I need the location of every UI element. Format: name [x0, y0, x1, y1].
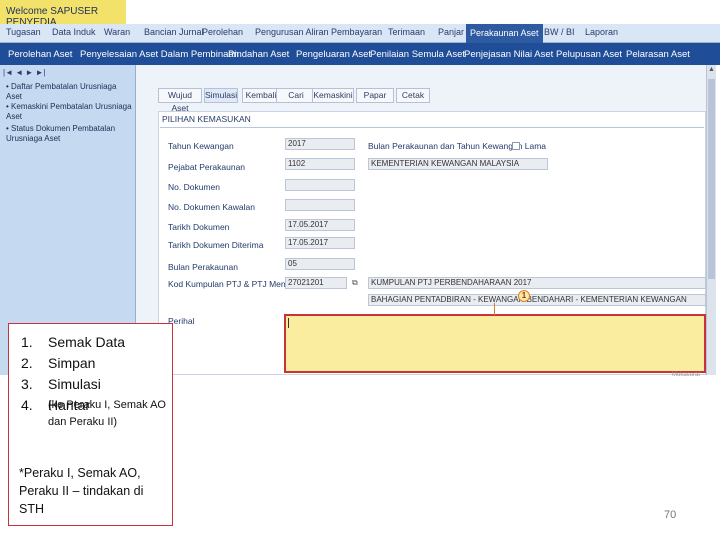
- label-pejabat-perakaunan: Pejabat Perakaunan: [168, 162, 246, 172]
- pejabat-description: KEMENTERIAN KEWANGAN MALAYSIA: [368, 158, 548, 170]
- sidebar-nav-controls[interactable]: |◄ ◄ ► ►|: [3, 68, 46, 77]
- menu-bw-bi[interactable]: BW / BI: [544, 27, 575, 37]
- item-number: 2.: [21, 355, 33, 371]
- input-no-dokumen[interactable]: [285, 179, 355, 191]
- watermark: Mukasurat: [672, 372, 701, 378]
- sidebar-item-label: Status Dokumen Pembatalan Urusniaga Aset: [6, 124, 116, 143]
- text-cursor: [288, 318, 289, 328]
- item-text: Simulasi: [48, 376, 101, 392]
- menu-perolehan[interactable]: Perolehan: [202, 27, 243, 37]
- input-bulan-perakaunan[interactable]: 05: [285, 258, 355, 270]
- sidebar-item-label: Kemaskini Pembatalan Urusniaga Aset: [6, 102, 132, 121]
- submenu-penjejasan-nilai[interactable]: Penjejasan Nilai Aset: [464, 49, 553, 60]
- input-tarikh-diterima[interactable]: 17.05.2017: [285, 237, 355, 249]
- item-text: Semak Data: [48, 334, 126, 350]
- item-number: 3.: [21, 376, 33, 392]
- panel-divider: [160, 127, 704, 128]
- tab-kembali[interactable]: Kembali: [242, 88, 280, 103]
- item-4-note: (ke Peraku I, Semak AO dan Peraku II): [48, 399, 166, 428]
- lookup-icon[interactable]: ⧉: [352, 278, 358, 288]
- footnote: *Peraku I, Semak AO, Peraku II – tindaka…: [19, 466, 144, 516]
- tab-papar[interactable]: Papar: [356, 88, 394, 103]
- submenu-pelarasan-aset[interactable]: Pelarasan Aset: [626, 49, 690, 60]
- tab-simulasi[interactable]: Simulasi: [204, 88, 238, 103]
- menu-perakaunan-aset[interactable]: Perakaunan Aset: [466, 24, 543, 43]
- step-marker: 1: [518, 290, 530, 302]
- item-number: 4.: [21, 397, 33, 413]
- menu-bancian-jurnal[interactable]: Bancian Jurnal: [144, 27, 204, 37]
- list-item: 1. Semak Data: [21, 332, 125, 353]
- label-tarikh-diterima: Tarikh Dokumen Diterima: [168, 240, 264, 250]
- sidebar-item-label: Daftar Pembatalan Urusniaga Aset: [6, 82, 117, 101]
- submenu-pengeluaran-aset[interactable]: Pengeluaran Aset: [296, 49, 371, 60]
- input-tahun-kewangan[interactable]: 2017: [285, 138, 355, 150]
- label-bulan-perakaunan: Bulan Perakaunan: [168, 262, 238, 272]
- checkbox-bulan-tahun-lama[interactable]: [512, 142, 520, 150]
- submenu-pelupusan-aset[interactable]: Pelupusan Aset: [556, 49, 622, 60]
- sidebar-item-daftar[interactable]: • Daftar Pembatalan Urusniaga Aset: [6, 82, 134, 102]
- item-text: Simpan: [48, 355, 96, 371]
- list-item: 2. Simpan: [21, 353, 125, 374]
- menu-laporan[interactable]: Laporan: [585, 27, 618, 37]
- menu-panjar[interactable]: Panjar: [438, 27, 464, 37]
- tab-wujud-aset[interactable]: Wujud Aset: [158, 88, 202, 113]
- sidebar-item-kemaskini[interactable]: • Kemaskini Pembatalan Urusniaga Aset: [6, 102, 134, 122]
- sub-menu: Perolehan Aset Penyelesaian Aset Dalam P…: [0, 43, 720, 65]
- main-menu: Tugasan Data Induk Waran Bancian Jurnal …: [0, 24, 720, 43]
- menu-data-induk[interactable]: Data Induk: [52, 27, 96, 37]
- menu-tugasan[interactable]: Tugasan: [6, 27, 41, 37]
- tab-kemaskini[interactable]: Kemaskini: [312, 88, 354, 103]
- panel-title: PILIHAN KEMASUKAN: [162, 114, 251, 124]
- submenu-penilaian-semula[interactable]: Penilaian Semula Aset: [370, 49, 465, 60]
- welcome-banner: Welcome SAPUSER PENYEDIA: [0, 0, 126, 28]
- instruction-box: 1. Semak Data 2. Simpan 3. Simulasi 4. Hanta…: [8, 323, 173, 526]
- marker-connector: [494, 303, 495, 315]
- input-kod-kumpulan[interactable]: 27021201: [285, 277, 347, 289]
- kod-kumpulan-desc2: BAHAGIAN PENTADBIRAN - KEWANGAN BENDAHAR…: [368, 294, 706, 306]
- kod-kumpulan-desc1: KUMPULAN PTJ PERBENDAHARAAN 2017: [368, 277, 706, 289]
- tab-cetak[interactable]: Cetak: [396, 88, 430, 103]
- input-no-dokumen-kawalan[interactable]: [285, 199, 355, 211]
- vertical-scrollbar[interactable]: ▲: [706, 65, 716, 375]
- menu-pengurusan-aliran[interactable]: Pengurusan Aliran Pembayaran: [255, 27, 382, 37]
- menu-waran[interactable]: Waran: [104, 27, 130, 37]
- input-tarikh-dokumen[interactable]: 17.05.2017: [285, 219, 355, 231]
- sidebar-item-status[interactable]: • Status Dokumen Pembatalan Urusniaga As…: [6, 124, 134, 144]
- label-no-dokumen-kawalan: No. Dokumen Kawalan: [168, 202, 255, 212]
- item-number: 1.: [21, 334, 33, 350]
- submenu-penyelesaian-aset[interactable]: Penyelesaian Aset Dalam Pembinaan: [80, 49, 239, 60]
- page-number: 70: [664, 509, 677, 521]
- label-no-dokumen: No. Dokumen: [168, 182, 220, 192]
- list-item: 3. Simulasi: [21, 374, 125, 395]
- input-perihal[interactable]: [284, 314, 706, 373]
- scrollbar-thumb[interactable]: [708, 79, 715, 279]
- scroll-up-icon[interactable]: ▲: [708, 66, 715, 73]
- submenu-pindahan-aset[interactable]: Pindahan Aset: [228, 49, 289, 60]
- input-pejabat-perakaunan[interactable]: 1102: [285, 158, 355, 170]
- label-tahun-kewangan: Tahun Kewangan: [168, 141, 234, 151]
- menu-terimaan[interactable]: Terimaan: [388, 27, 425, 37]
- tab-cari[interactable]: Cari: [276, 88, 316, 103]
- submenu-perolehan-aset[interactable]: Perolehan Aset: [8, 49, 72, 60]
- label-tarikh-dokumen: Tarikh Dokumen: [168, 222, 230, 232]
